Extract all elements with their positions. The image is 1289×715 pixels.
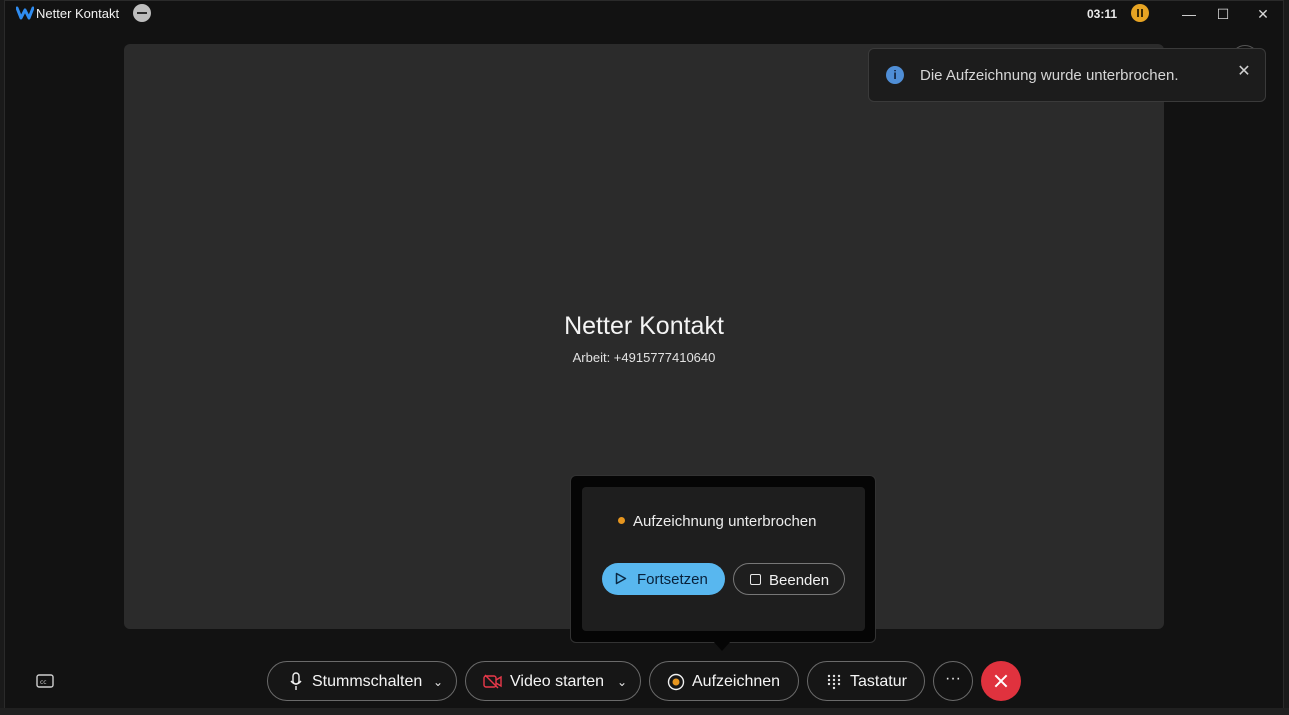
- record-icon: [667, 673, 685, 691]
- mute-label: Stummschalten: [312, 673, 423, 690]
- app-window: Netter Kontakt 03:11 — ☐ ✕ Netter Kontak…: [4, 0, 1284, 710]
- notification-toast: i Die Aufzeichnung wurde unterbrochen. ✕: [868, 48, 1266, 102]
- closed-captions-icon[interactable]: cc: [34, 671, 58, 691]
- taskbar-strip: [0, 708, 1289, 715]
- recording-status: Aufzeichnung unterbrochen: [633, 513, 817, 530]
- start-video-button[interactable]: Video starten ⌄: [465, 661, 641, 701]
- recording-paused-icon[interactable]: [1131, 4, 1149, 22]
- mute-button[interactable]: Stummschalten ⌄: [267, 661, 457, 701]
- close-window-button[interactable]: ✕: [1251, 4, 1275, 24]
- recording-popover: Aufzeichnung unterbrochen Fortsetzen Bee…: [570, 475, 876, 643]
- resume-label: Fortsetzen: [637, 571, 708, 588]
- recording-popover-body: Aufzeichnung unterbrochen Fortsetzen Bee…: [582, 487, 865, 631]
- more-options-button[interactable]: ···: [933, 661, 973, 701]
- webex-logo-icon: [16, 6, 34, 20]
- play-icon: [615, 572, 627, 585]
- maximize-button[interactable]: ☐: [1211, 4, 1235, 24]
- end-call-button[interactable]: [981, 661, 1021, 701]
- toast-close-button[interactable]: ✕: [1233, 61, 1255, 83]
- call-timer: 03:11: [1087, 7, 1118, 21]
- contact-number: Arbeit: +4915777410640: [572, 350, 716, 365]
- window-title: Netter Kontakt: [36, 6, 120, 21]
- video-off-icon: [483, 674, 502, 689]
- stop-recording-button[interactable]: Beenden: [733, 563, 845, 595]
- stop-icon: [750, 574, 761, 585]
- info-icon: i: [886, 66, 904, 84]
- keypad-icon: [827, 674, 841, 690]
- svg-text:cc: cc: [40, 679, 47, 686]
- toast-message: Die Aufzeichnung wurde unterbrochen.: [920, 67, 1179, 84]
- resume-recording-button[interactable]: Fortsetzen: [602, 563, 725, 595]
- video-options-chevron-icon[interactable]: ⌄: [617, 675, 627, 689]
- status-minus-icon[interactable]: [133, 4, 151, 22]
- contact-name: Netter Kontakt: [564, 312, 724, 340]
- mute-options-chevron-icon[interactable]: ⌄: [433, 675, 443, 689]
- microphone-icon: [290, 672, 302, 690]
- title-bar: Netter Kontakt 03:11 — ☐ ✕: [5, 1, 1283, 27]
- stop-label: Beenden: [769, 572, 830, 589]
- video-label: Video starten: [510, 673, 604, 690]
- recording-status-dot-icon: [618, 517, 625, 524]
- keypad-label: Tastatur: [850, 673, 907, 690]
- minimize-button[interactable]: —: [1177, 4, 1201, 24]
- keypad-button[interactable]: Tastatur: [807, 661, 925, 701]
- popover-arrow: [713, 641, 731, 651]
- record-button[interactable]: Aufzeichnen: [649, 661, 799, 701]
- record-label: Aufzeichnen: [692, 673, 781, 690]
